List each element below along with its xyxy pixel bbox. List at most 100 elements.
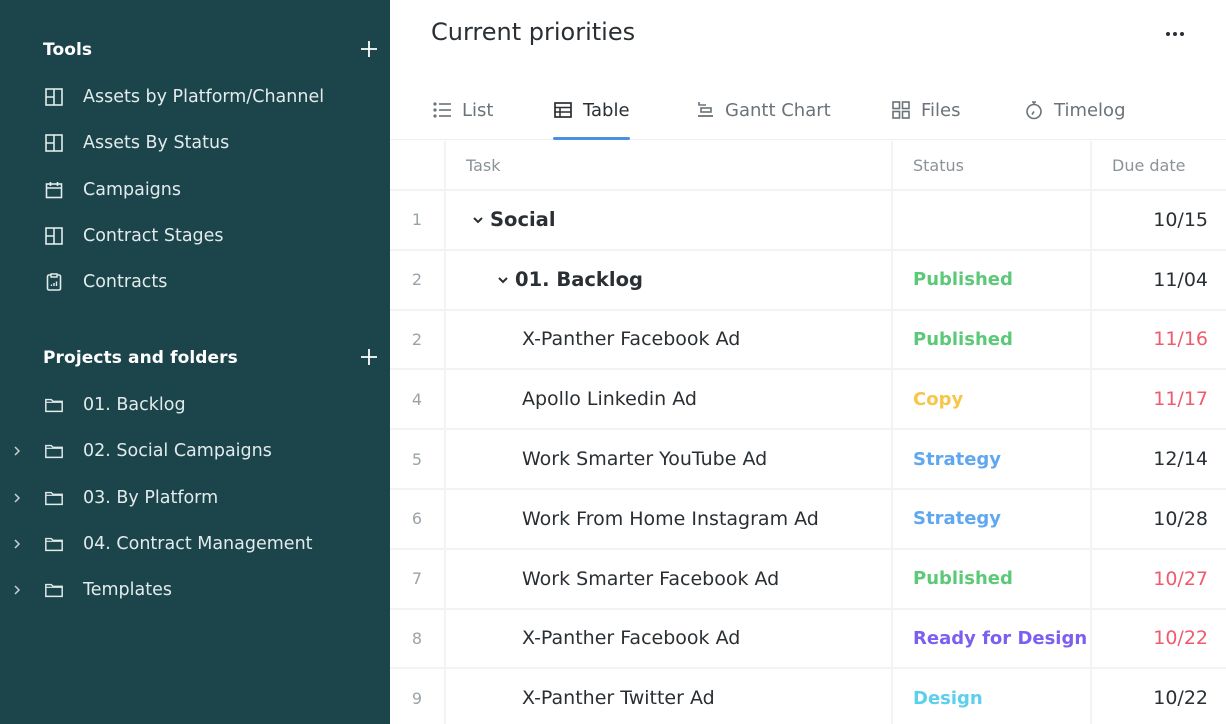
- sidebar-folder-item[interactable]: 02. Social Campaigns: [0, 434, 390, 468]
- sidebar-item-label: Templates: [83, 580, 172, 601]
- table-row[interactable]: 9 X-Panther Twitter Ad Design 10/22: [390, 669, 1226, 724]
- row-number: 8: [390, 609, 446, 668]
- task-cell[interactable]: X-Panther Facebook Ad: [446, 310, 893, 369]
- collapse-group-toggle[interactable]: [497, 274, 509, 286]
- table-row[interactable]: 6 Work From Home Instagram Ad Strategy 1…: [390, 489, 1226, 550]
- status-cell[interactable]: Published: [893, 250, 1092, 309]
- main-panel: Current priorities List Table Gantt Char…: [390, 0, 1226, 724]
- due-date-cell[interactable]: 11/16: [1092, 311, 1226, 369]
- tab-timelog[interactable]: Timelog: [1024, 80, 1126, 140]
- tab-label: Timelog: [1054, 99, 1126, 121]
- task-cell[interactable]: X-Panther Facebook Ad: [446, 609, 893, 668]
- sidebar-item-label: 01. Backlog: [83, 395, 186, 415]
- chevron-down-icon: [473, 217, 483, 224]
- status-cell[interactable]: Copy: [893, 370, 1092, 429]
- sidebar-folder-item[interactable]: 03. By Platform: [0, 481, 390, 515]
- folder-icon: [44, 580, 64, 600]
- table-row[interactable]: 8 X-Panther Facebook Ad Ready for Design…: [390, 609, 1226, 670]
- tab-files[interactable]: Files: [891, 80, 961, 140]
- sidebar-item-label: 03. By Platform: [83, 487, 219, 508]
- add-project-button[interactable]: [358, 346, 380, 368]
- status-cell[interactable]: Strategy: [893, 489, 1092, 548]
- sidebar-item-label: Contract Stages: [83, 225, 224, 246]
- sidebar-tool-item[interactable]: Contract Stages: [0, 219, 390, 253]
- due-date-cell[interactable]: 10/27: [1092, 550, 1226, 608]
- sidebar-tool-item[interactable]: Campaigns: [0, 173, 390, 207]
- task-cell[interactable]: 01. Backlog: [446, 250, 893, 309]
- task-name: Work Smarter YouTube Ad: [522, 448, 768, 471]
- status-badge: Published: [913, 568, 1013, 590]
- tab-list[interactable]: List: [432, 80, 493, 140]
- plus-icon: [361, 349, 377, 365]
- due-date-cell[interactable]: 10/22: [1092, 669, 1226, 724]
- status-badge: Published: [913, 328, 1013, 350]
- task-cell[interactable]: Work Smarter YouTube Ad: [446, 430, 893, 488]
- status-cell[interactable]: Design: [893, 669, 1092, 724]
- more-horizontal-icon-dot: [1173, 32, 1177, 36]
- table-row[interactable]: 7 Work Smarter Facebook Ad Published 10/…: [390, 549, 1226, 610]
- folder-icon: [44, 488, 64, 508]
- header-task[interactable]: Task: [446, 141, 893, 189]
- tab-table[interactable]: Table: [553, 80, 630, 140]
- files-grid-icon: [891, 100, 911, 120]
- expand-folder-toggle[interactable]: [10, 491, 24, 505]
- chevron-right-icon: [14, 585, 21, 595]
- table-row[interactable]: 2 X-Panther Facebook Ad Published 11/16: [390, 310, 1226, 371]
- list-icon: [432, 100, 452, 120]
- table-row[interactable]: 1 Social 10/15: [390, 191, 1226, 251]
- status-cell[interactable]: [893, 191, 1092, 249]
- expand-folder-toggle[interactable]: [10, 583, 24, 597]
- add-tool-button[interactable]: [358, 38, 380, 60]
- header-due-date[interactable]: Due date: [1092, 141, 1226, 189]
- table-header-row: Task Status Due date: [390, 141, 1226, 191]
- status-cell[interactable]: Published: [893, 549, 1092, 608]
- task-name: Work Smarter Facebook Ad: [522, 567, 780, 590]
- report-icon: [44, 272, 64, 292]
- expand-folder-toggle[interactable]: [10, 444, 24, 458]
- status-badge: Ready for Design: [913, 627, 1088, 649]
- collapse-group-toggle[interactable]: [472, 214, 484, 226]
- table-row[interactable]: 2 01. Backlog Published 11/04: [390, 250, 1226, 311]
- page-title: Current priorities: [431, 18, 636, 46]
- more-horizontal-icon-dot: [1166, 32, 1170, 36]
- task-cell[interactable]: Work Smarter Facebook Ad: [446, 549, 893, 608]
- status-cell[interactable]: Ready for Design: [893, 609, 1092, 668]
- tab-label: Files: [921, 99, 961, 121]
- row-number: 2: [390, 310, 446, 369]
- more-options-button[interactable]: [1160, 24, 1190, 44]
- due-date-cell[interactable]: 11/17: [1092, 370, 1226, 428]
- task-name: Social: [490, 208, 556, 232]
- tab-gantt-chart[interactable]: Gantt Chart: [695, 80, 831, 140]
- plus-icon: [361, 41, 377, 57]
- task-table: Task Status Due date 1 Social 10/15 2 01…: [390, 141, 1226, 724]
- table-row[interactable]: 4 Apollo Linkedin Ad Copy 11/17: [390, 370, 1226, 431]
- status-cell[interactable]: Strategy: [893, 430, 1092, 488]
- sidebar-tool-item[interactable]: Assets By Status: [0, 126, 390, 160]
- due-date-cell[interactable]: 10/28: [1092, 490, 1226, 548]
- sidebar-folder-item[interactable]: 04. Contract Management: [0, 527, 390, 561]
- folder-icon: [44, 441, 64, 461]
- status-badge: Design: [913, 687, 983, 709]
- gantt-icon: [695, 100, 715, 120]
- status-cell[interactable]: Published: [893, 310, 1092, 369]
- expand-folder-toggle[interactable]: [10, 537, 24, 551]
- sidebar-folder-item[interactable]: Templates: [0, 573, 390, 607]
- due-date-cell[interactable]: 12/14: [1092, 430, 1226, 488]
- task-cell[interactable]: Apollo Linkedin Ad: [446, 370, 893, 429]
- task-cell[interactable]: Social: [446, 191, 893, 249]
- due-date-cell[interactable]: 10/15: [1092, 191, 1226, 249]
- header-row-number: [390, 141, 446, 189]
- board-icon: [44, 133, 64, 153]
- sidebar-tool-item[interactable]: Assets by Platform/Channel: [0, 80, 390, 114]
- sidebar-tool-item[interactable]: Contracts: [0, 265, 390, 299]
- due-date-cell[interactable]: 11/04: [1092, 251, 1226, 309]
- task-cell[interactable]: X-Panther Twitter Ad: [446, 669, 893, 724]
- tools-section-title: Tools: [43, 40, 93, 60]
- due-date-cell[interactable]: 10/22: [1092, 610, 1226, 668]
- header-status[interactable]: Status: [893, 141, 1092, 189]
- sidebar-folder-item[interactable]: 01. Backlog: [0, 388, 390, 422]
- table-row[interactable]: 5 Work Smarter YouTube Ad Strategy 12/14: [390, 430, 1226, 490]
- chevron-down-icon: [498, 276, 508, 284]
- stopwatch-icon: [1024, 100, 1044, 120]
- task-cell[interactable]: Work From Home Instagram Ad: [446, 489, 893, 548]
